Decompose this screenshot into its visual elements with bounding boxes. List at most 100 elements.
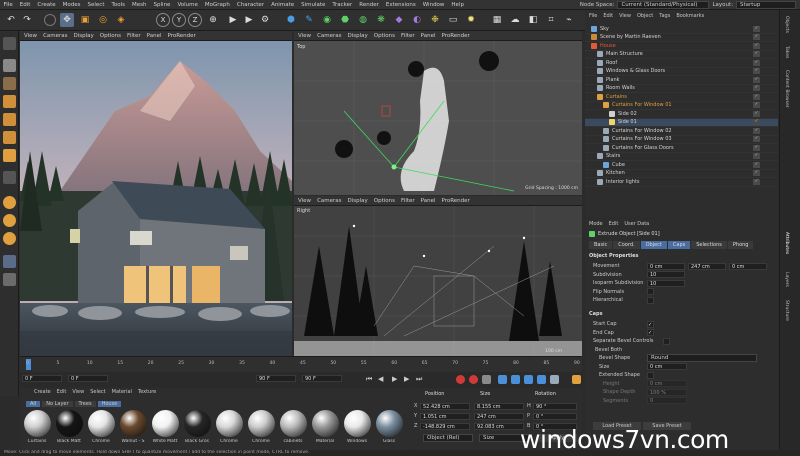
visibility-toggle-icon[interactable]: ✓ [753,102,760,109]
preview-min-field[interactable]: 0 F [68,375,108,382]
isoparm-field[interactable]: 10 [647,279,685,287]
viewport-view-menu[interactable]: View [298,198,311,204]
object-tree-item[interactable]: Scene by Martin Raeven ✓ [585,34,778,42]
object-tree-item[interactable]: Cube ✓ [585,161,778,170]
snap-icon[interactable]: ⌁ [562,13,576,27]
attribute-tab[interactable]: Selections [691,241,727,249]
subdivision-field[interactable]: 10 [647,271,685,279]
keyframe-selection-icon[interactable] [482,375,491,384]
motion-system-icon[interactable] [572,375,581,384]
start-frame-field[interactable]: 0 F [22,375,62,382]
previous-key-icon[interactable]: ◀ [378,375,383,383]
visibility-toggle-icon[interactable]: ✓ [753,25,760,32]
material-swatch[interactable]: Curtains [22,410,52,444]
layout-select[interactable]: Startup [736,0,796,9]
material-swatch[interactable]: Material [310,410,340,444]
visibility-toggle-icon[interactable]: ✓ [753,34,760,41]
viewport-filter-menu[interactable]: Filter [401,198,415,204]
go-to-start-icon[interactable]: ⏮ [366,375,372,384]
movement-x-field[interactable]: 0 cm [647,262,685,270]
position-field[interactable]: 1.051 cm [420,412,470,420]
perspective-viewport[interactable]: View Cameras Display Options Filter Pane… [20,31,292,356]
solo-icon[interactable] [3,196,16,209]
menu-help[interactable]: Help [448,2,468,8]
node-space-select[interactable]: Current (Standard/Physical) [617,0,710,9]
pen-icon[interactable]: ✎ [302,13,316,27]
menu-volume[interactable]: Volume [174,2,201,8]
key-position-icon[interactable] [498,375,507,384]
key-scale-icon[interactable] [511,375,520,384]
object-tree-item[interactable]: Interior lights ✓ [585,178,778,187]
menu-tools[interactable]: Tools [108,2,129,8]
visibility-toggle-icon[interactable]: ✓ [753,93,760,100]
material-menu-texture[interactable]: Texture [138,388,156,396]
object-tree-item[interactable]: Room Walls ✓ [585,85,778,93]
viewport-display-menu[interactable]: Display [348,198,368,204]
workplane-icon[interactable]: ⌗ [544,13,558,27]
rotation-field[interactable]: 0 ° [533,412,577,420]
material-swatch[interactable]: White Matt [150,410,180,444]
shape-depth-field[interactable]: 100 % [647,388,687,396]
object-menu-object[interactable]: Object [637,13,653,19]
material-swatch[interactable]: Glass [374,410,404,444]
material-menu-material[interactable]: Material [112,388,132,396]
object-menu-view[interactable]: View [619,13,631,19]
viewport-view-menu[interactable]: View [298,33,311,39]
attribute-tab[interactable]: Phong [727,241,754,249]
attr-menu-user-data[interactable]: User Data [624,221,649,227]
segments-field[interactable]: 0 [647,397,687,405]
viewport-cameras-menu[interactable]: Cameras [317,33,341,39]
viewport-options-menu[interactable]: Options [374,198,395,204]
viewport-filter-menu[interactable]: Filter [401,33,415,39]
material-swatch[interactable]: Black Matt [54,410,84,444]
size-field[interactable]: 92.083 cm [474,422,524,430]
lock-x-button[interactable]: X [156,13,170,27]
model-mode-icon[interactable] [3,59,16,72]
attribute-tab[interactable]: Basic [589,241,613,249]
menu-tracker[interactable]: Tracker [329,2,356,8]
snap-settings-icon[interactable] [3,171,16,184]
height-field[interactable]: 0 cm [647,380,687,388]
menu-file[interactable]: File [0,2,16,8]
scale-icon[interactable]: ▣ [78,13,92,27]
cube-icon[interactable]: ⬢ [284,13,298,27]
visibility-toggle-icon[interactable]: ✓ [753,119,760,126]
rotation-field[interactable]: 90 ° [533,402,577,410]
edges-mode-icon[interactable] [3,113,16,126]
visibility-toggle-icon[interactable]: ✓ [753,51,760,58]
object-tree-item[interactable]: Sky ✓ [585,25,778,34]
visibility-toggle-icon[interactable]: ✓ [753,136,760,143]
generator-icon[interactable]: ⬣ [338,13,352,27]
tab-objects[interactable]: Objects [784,16,789,33]
floor-icon[interactable]: ▦ [490,13,504,27]
viewport-panel-menu[interactable]: Panel [421,198,436,204]
material-swatch[interactable]: cabinets [278,410,308,444]
flip-normals-checkbox[interactable] [647,288,654,296]
tab-structure[interactable]: Structure [784,300,789,321]
record-icon[interactable] [456,375,465,384]
material-swatch[interactable]: Black Gros [182,410,212,444]
object-tree-item[interactable]: Side 01 ✓ [585,118,778,127]
light-icon[interactable]: ✹ [464,13,478,27]
go-to-end-icon[interactable]: ⏭ [416,375,422,384]
subdivision-icon[interactable]: ◉ [320,13,334,27]
timeline-ruler[interactable]: 0 5 10 15 20 25 30 35 40 45 50 55 60 65 70 75 80 85 90 [20,356,582,372]
object-menu-edit[interactable]: Edit [603,13,613,19]
render-settings-icon[interactable]: ⚙ [258,13,272,27]
menu-character[interactable]: Character [233,2,267,8]
object-tree-item[interactable]: Kitchen ✓ [585,170,778,178]
object-tree-item[interactable]: Plank ✓ [585,76,778,85]
menu-modes[interactable]: Modes [59,2,84,8]
material-menu-select[interactable]: Select [90,388,105,396]
texture-mode-icon[interactable] [3,77,16,90]
object-tree-item[interactable]: Windows & Glass Doors ✓ [585,68,778,76]
make-editable-icon[interactable] [3,37,16,50]
viewport-cameras-menu[interactable]: Cameras [317,198,341,204]
camera-icon[interactable]: ▭ [446,13,460,27]
viewport-options-menu[interactable]: Options [100,33,121,39]
recent-tools-icon[interactable]: ◈ [114,13,128,27]
size-field[interactable]: 247 cm [474,412,524,420]
autokey-icon[interactable] [469,375,478,384]
visibility-toggle-icon[interactable]: ✓ [753,161,760,168]
redo-icon[interactable]: ↷ [20,13,34,27]
